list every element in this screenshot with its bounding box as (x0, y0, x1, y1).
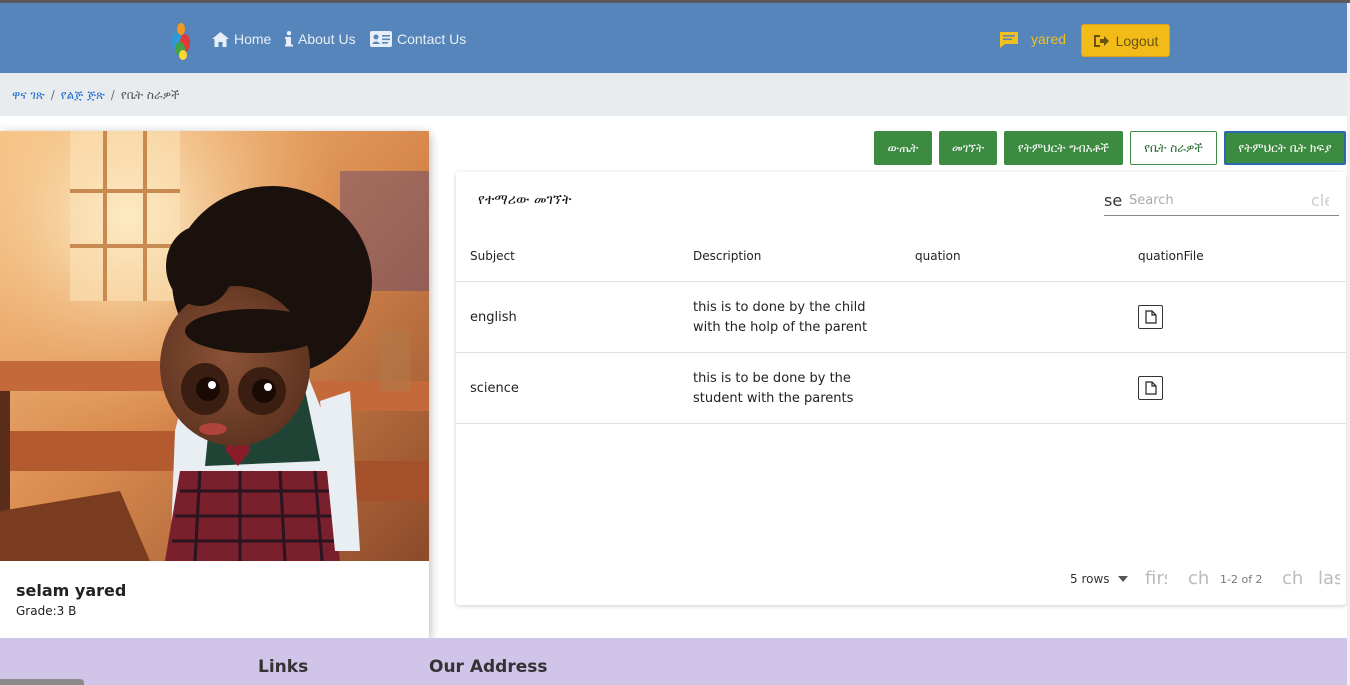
cell-subject: science (470, 381, 519, 396)
file-icon[interactable] (1138, 376, 1163, 400)
column-header-quation[interactable]: quation (915, 249, 961, 263)
nav-home-label: Home (234, 31, 272, 47)
footer-address-heading: Our Address (429, 657, 548, 677)
next-page-button[interactable]: ch (1282, 568, 1304, 589)
cell-description-line: student with the parents (693, 391, 854, 406)
column-header-quation-file[interactable]: quationFile (1138, 249, 1204, 263)
file-icon[interactable] (1138, 305, 1163, 329)
column-header-description[interactable]: Description (693, 249, 761, 263)
table-title: የተማሪው መገኘት (478, 192, 572, 208)
logout-button[interactable]: Logout (1081, 24, 1170, 57)
home-icon (212, 31, 229, 47)
address-card-icon (370, 31, 392, 47)
nav-contact-label: Contact Us (397, 31, 467, 47)
student-profile-card: selam yared Grade:3 B (0, 131, 429, 638)
page-count: 1-2 of 2 (1220, 573, 1263, 586)
nav-about-label: About Us (298, 31, 356, 47)
cell-description: this is to done by the child with the ho… (693, 298, 867, 338)
row-divider (456, 423, 1346, 424)
logo-icon[interactable] (170, 19, 192, 61)
breadcrumb-separator: / (110, 88, 115, 102)
nav-about-link[interactable]: About Us (285, 31, 356, 47)
cell-description-line: with the holp of the parent (693, 320, 868, 335)
breadcrumb-current: የቤት ስራዎች (120, 88, 180, 102)
attendance-button[interactable]: መገኘት (939, 131, 997, 165)
header-divider (456, 281, 1346, 282)
sign-out-icon (1093, 34, 1109, 47)
breadcrumb-bar (0, 73, 1350, 116)
search-icon: se (1104, 191, 1123, 210)
results-button[interactable]: ውጤት (874, 131, 932, 165)
nav-contact-link[interactable]: Contact Us (370, 31, 466, 47)
breadcrumb-separator: / (50, 88, 55, 102)
student-name: selam yared (16, 581, 127, 600)
row-divider (456, 352, 1346, 353)
info-icon (285, 31, 293, 47)
rows-per-page-select[interactable]: 5 rows (1070, 572, 1128, 586)
breadcrumb-child-profile[interactable]: የልጅ ጅጽ (61, 88, 105, 103)
cell-subject: english (470, 310, 517, 325)
last-page-button[interactable]: las (1318, 568, 1340, 589)
username[interactable]: yared (1031, 31, 1066, 47)
homework-button[interactable]: የቤት ስራዎች (1130, 131, 1217, 165)
cell-description: this is to be done by the student with t… (693, 369, 853, 409)
student-photo (0, 131, 429, 561)
caret-down-icon (1117, 576, 1128, 582)
previous-page-button[interactable]: ch (1188, 568, 1210, 589)
logout-label: Logout (1115, 32, 1159, 49)
message-icon[interactable] (999, 31, 1019, 49)
column-header-subject[interactable]: Subject (470, 249, 515, 263)
status-bar (0, 679, 84, 685)
student-grade: Grade:3 B (16, 604, 77, 618)
cell-description-line: this is to be done by the (693, 371, 851, 386)
breadcrumb-home[interactable]: ዋና ገጽ (12, 88, 45, 103)
footer (0, 638, 1347, 685)
search-field[interactable]: se cle (1104, 190, 1339, 216)
search-input[interactable] (1129, 193, 1304, 208)
breadcrumb: ዋና ገጽ / የልጅ ጅጽ / የቤት ስራዎች (12, 88, 180, 103)
rows-per-page-label: 5 rows (1070, 572, 1110, 586)
clear-search-icon[interactable]: cle (1311, 191, 1329, 210)
navbar: Home About Us Contact Us yared Logout (0, 3, 1347, 73)
first-page-button[interactable]: firs (1145, 568, 1167, 589)
nav-home-link[interactable]: Home (212, 31, 271, 47)
footer-links-heading: Links (258, 657, 309, 677)
homework-table-panel: የተማሪው መገኘት se cle Subject Description qu… (456, 172, 1346, 605)
learning-materials-button[interactable]: የትምህርት ግብአቶች (1004, 131, 1123, 165)
school-fee-button[interactable]: የትምህርት ቤት ክፍያ (1224, 131, 1346, 165)
cell-description-line: this is to done by the child (693, 300, 866, 315)
